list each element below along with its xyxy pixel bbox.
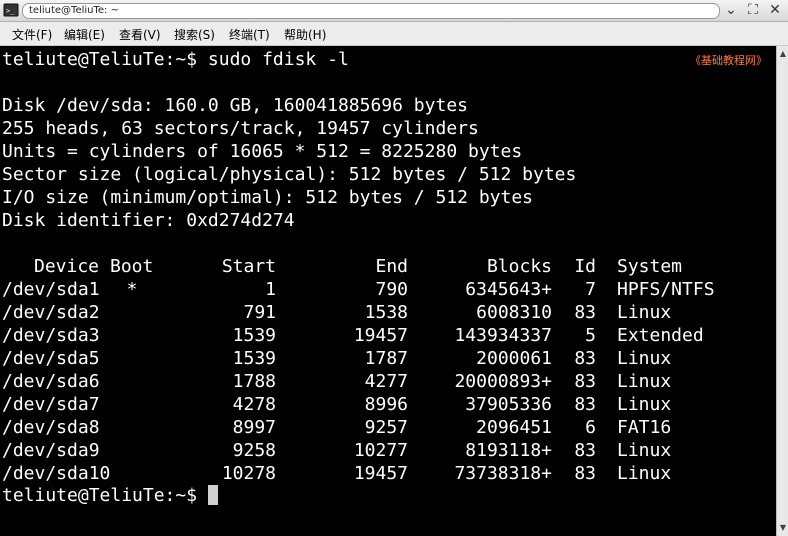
cell-system: Linux xyxy=(617,440,672,461)
header-id: Id xyxy=(574,256,596,277)
cell-system: FAT16 xyxy=(617,417,672,438)
menu-file[interactable]: 文件(F) xyxy=(12,26,52,43)
header-boot: Boot xyxy=(110,256,154,277)
cell-start: 9258 xyxy=(232,440,276,461)
command-line: teliute@TeliuTe:~$ sudo fdisk -l xyxy=(2,49,349,70)
vertical-scrollbar[interactable]: ▲ ▼ xyxy=(776,46,788,536)
cell-device: /dev/sda9 xyxy=(2,440,100,461)
cell-id: 83 xyxy=(574,440,596,461)
cell-id: 5 xyxy=(585,325,596,346)
cell-start: 1 xyxy=(265,279,276,300)
menu-help[interactable]: 帮助(H) xyxy=(284,26,326,43)
cell-system: Linux xyxy=(617,463,672,484)
cell-id: 7 xyxy=(585,279,596,300)
terminal-app-icon: >_ xyxy=(3,3,19,17)
cell-blocks: 6008310 xyxy=(476,302,552,323)
cell-system: Linux xyxy=(617,302,672,323)
header-device: Device xyxy=(34,256,100,277)
window-title: teliute@TeliuTe: ~ xyxy=(22,3,720,19)
maximize-icon[interactable]: ⛶ xyxy=(744,2,762,19)
scroll-up-icon[interactable]: ▲ xyxy=(778,48,788,60)
disk-info-line: Sector size (logical/physical): 512 byte… xyxy=(2,164,577,185)
watermark-text: 《基础教程网》 xyxy=(690,54,767,67)
cell-id: 83 xyxy=(574,463,596,484)
cell-end: 19457 xyxy=(353,325,408,346)
cell-system: HPFS/NTFS xyxy=(617,279,715,300)
disk-info-line: Disk identifier: 0xd274d274 xyxy=(2,210,295,231)
cell-end: 4277 xyxy=(364,371,408,392)
cell-end: 8996 xyxy=(364,394,408,415)
cell-device: /dev/sda5 xyxy=(2,348,100,369)
final-prompt-line: teliute@TeliuTe:~$ xyxy=(2,484,218,507)
cell-end: 10277 xyxy=(353,440,408,461)
disk-info-line: Disk /dev/sda: 160.0 GB, 160041885696 by… xyxy=(2,95,468,116)
cell-start: 791 xyxy=(243,302,276,323)
svg-text:>_: >_ xyxy=(6,7,15,15)
terminal-window: >_ teliute@TeliuTe: ~ ⌄ ⛶ ✕ 文件(F) 编辑(E) … xyxy=(0,0,788,536)
cell-device: /dev/sda3 xyxy=(2,325,100,346)
cell-blocks: 143934337 xyxy=(454,325,552,346)
cell-start: 1539 xyxy=(232,325,276,346)
terminal-output[interactable]: teliute@TeliuTe:~$ sudo fdisk -l Disk /d… xyxy=(0,46,776,536)
header-end: End xyxy=(375,256,408,277)
menu-edit[interactable]: 编辑(E) xyxy=(64,26,105,43)
header-system: System xyxy=(617,256,683,277)
cell-end: 1787 xyxy=(364,348,408,369)
cell-start: 8997 xyxy=(232,417,276,438)
cell-boot: * xyxy=(126,279,138,300)
cell-system: Linux xyxy=(617,371,672,392)
cell-blocks: 2000061 xyxy=(476,348,552,369)
cell-start: 10278 xyxy=(221,463,276,484)
cell-system: Linux xyxy=(617,348,672,369)
title-bar[interactable]: >_ teliute@TeliuTe: ~ ⌄ ⛶ ✕ xyxy=(0,0,788,22)
cell-system: Extended xyxy=(617,325,704,346)
cell-blocks: 20000893+ xyxy=(454,371,552,392)
cell-start: 4278 xyxy=(232,394,276,415)
cell-end: 790 xyxy=(375,279,408,300)
header-blocks: Blocks xyxy=(486,256,552,277)
cell-device: /dev/sda8 xyxy=(2,417,100,438)
cell-id: 83 xyxy=(574,348,596,369)
cell-end: 1538 xyxy=(364,302,408,323)
close-icon[interactable]: ✕ xyxy=(766,2,784,19)
text-cursor xyxy=(207,485,218,505)
cell-device: /dev/sda6 xyxy=(2,371,100,392)
menu-view[interactable]: 查看(V) xyxy=(119,26,161,43)
cell-system: Linux xyxy=(617,394,672,415)
cell-end: 19457 xyxy=(353,463,408,484)
scroll-down-icon[interactable]: ▼ xyxy=(778,522,788,534)
cell-id: 83 xyxy=(574,371,596,392)
cell-id: 83 xyxy=(574,394,596,415)
cell-end: 9257 xyxy=(364,417,408,438)
header-start: Start xyxy=(221,256,276,277)
menu-search[interactable]: 搜索(S) xyxy=(174,26,215,43)
cell-device: /dev/sda10 xyxy=(2,463,111,484)
cell-blocks: 37905336 xyxy=(465,394,552,415)
cell-device: /dev/sda2 xyxy=(2,302,100,323)
chevron-down-icon[interactable]: ⌄ xyxy=(722,2,740,19)
disk-info-line: I/O size (minimum/optimal): 512 bytes / … xyxy=(2,187,534,208)
disk-info-line: 255 heads, 63 sectors/track, 19457 cylin… xyxy=(2,118,479,139)
menu-bar: 文件(F) 编辑(E) 查看(V) 搜索(S) 终端(T) 帮助(H) xyxy=(0,22,788,46)
cell-id: 83 xyxy=(574,302,596,323)
final-prompt: teliute@TeliuTe:~$ xyxy=(2,485,208,506)
cell-blocks: 8193118+ xyxy=(465,440,552,461)
cell-blocks: 73738318+ xyxy=(454,463,552,484)
cell-id: 6 xyxy=(585,417,596,438)
cell-blocks: 6345643+ xyxy=(465,279,552,300)
cell-blocks: 2096451 xyxy=(476,417,552,438)
cell-device: /dev/sda1 xyxy=(2,279,100,300)
disk-info-line: Units = cylinders of 16065 * 512 = 82252… xyxy=(2,141,523,162)
cell-device: /dev/sda7 xyxy=(2,394,100,415)
menu-terminal[interactable]: 终端(T) xyxy=(229,26,270,43)
cell-start: 1539 xyxy=(232,348,276,369)
cell-start: 1788 xyxy=(232,371,276,392)
